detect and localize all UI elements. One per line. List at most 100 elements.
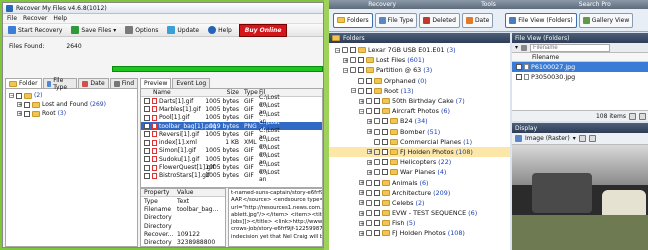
tree-row[interactable]: + Celebs (2) <box>329 198 510 208</box>
tab-folder[interactable]: Folder <box>5 78 42 88</box>
expand-icon[interactable]: + <box>367 169 372 175</box>
expand-icon[interactable]: + <box>367 159 372 165</box>
chevron-down-icon[interactable]: ▾ <box>573 135 576 142</box>
file-checkbox[interactable] <box>144 98 150 105</box>
tree-row[interactable]: Commercial Planes (1) <box>329 137 510 147</box>
ribbon-tab-recovery[interactable]: Recovery <box>329 1 435 8</box>
tree-row[interactable]: + Lost Files (601) <box>329 55 510 65</box>
tab-deleted[interactable]: Deleted <box>419 12 460 28</box>
tree-checkbox[interactable] <box>374 189 380 196</box>
filename-filter-input[interactable] <box>530 43 611 52</box>
tree-checkbox[interactable] <box>366 77 372 84</box>
nav-next-icon[interactable] <box>639 112 646 120</box>
file-row[interactable]: toolbar_bag[1].png 919 bytes PNG C:\Lost an <box>141 119 322 133</box>
collapse-icon[interactable]: − <box>9 93 14 99</box>
tree-checkbox[interactable] <box>382 118 388 125</box>
file-checkbox[interactable] <box>516 74 522 81</box>
copy-icon[interactable] <box>588 135 596 142</box>
file-checkbox[interactable] <box>144 114 150 121</box>
tree-checkbox[interactable] <box>350 47 356 54</box>
tree-checkbox[interactable] <box>382 159 388 166</box>
expand-icon[interactable]: + <box>359 190 364 196</box>
file-checkbox[interactable] <box>144 156 150 163</box>
tree-checkbox[interactable] <box>374 108 380 115</box>
tree-row[interactable]: − Aircraft Photos (6) <box>329 106 510 116</box>
tab-date[interactable]: Date <box>78 78 109 88</box>
expand-icon[interactable]: + <box>359 180 364 186</box>
tree-row[interactable]: + Architecture (209) <box>329 188 510 198</box>
tab-date[interactable]: Date <box>461 12 494 28</box>
file-row[interactable]: Marbles[1].gif 1005 bytes GIF C:\Lost an <box>141 102 322 116</box>
file-checkbox[interactable] <box>516 64 522 71</box>
file-row[interactable]: Sudoku[1].gif 1005 bytes GIF C:\Lost an <box>141 152 322 166</box>
expand-icon[interactable]: + <box>359 210 364 216</box>
save-files-button[interactable]: Save Files ▾ <box>69 25 118 36</box>
tab-file-view-folders[interactable]: File View (Folders) <box>505 12 577 28</box>
expand-icon[interactable]: + <box>17 102 22 108</box>
col-name-header[interactable]: Name <box>141 89 194 96</box>
buy-online-button[interactable]: Buy Online <box>238 23 288 37</box>
tree-checkbox[interactable] <box>382 148 388 155</box>
tree-row[interactable]: Orphaned (0) <box>329 76 510 86</box>
tree-row[interactable]: + Lost and Found (269) <box>9 100 134 109</box>
expand-icon[interactable]: + <box>359 220 364 226</box>
tree-checkbox[interactable] <box>358 67 364 74</box>
tree-row[interactable]: − Partition @ 63 (3) <box>329 65 510 75</box>
help-button[interactable]: Help <box>206 25 234 36</box>
tree-checkbox[interactable] <box>374 98 380 105</box>
tab-gallery-view[interactable]: Gallery View <box>578 12 634 28</box>
file-checkbox[interactable] <box>144 147 150 154</box>
tree-checkbox[interactable] <box>374 210 380 217</box>
col-size-header[interactable]: Size <box>194 89 242 96</box>
tree-row[interactable]: − (2) <box>9 91 134 100</box>
tree-checkbox[interactable] <box>24 110 30 117</box>
options-button[interactable]: Options <box>123 25 160 36</box>
collapse-icon[interactable]: − <box>335 47 340 53</box>
file-row[interactable]: P3050030.jpg <box>512 72 648 82</box>
file-checkbox[interactable] <box>144 139 150 146</box>
tree-row[interactable]: + Fish (5) <box>329 218 510 228</box>
expand-icon[interactable]: + <box>359 200 364 206</box>
tab-find[interactable]: Find <box>109 78 138 88</box>
expand-icon[interactable]: + <box>359 230 364 236</box>
tree-row[interactable]: + Animals (6) <box>329 177 510 187</box>
file-checkbox[interactable] <box>144 164 150 171</box>
tree-row[interactable]: + FJ Holden Photos (108) <box>329 228 510 238</box>
tree-row[interactable]: + B24 (34) <box>329 116 510 126</box>
zoom-icon[interactable] <box>578 135 586 142</box>
collapse-icon[interactable]: − <box>351 88 356 94</box>
update-button[interactable]: Update <box>165 25 201 36</box>
tab-event-log[interactable]: Event Log <box>172 78 211 88</box>
expand-icon[interactable]: + <box>367 129 372 135</box>
tree-checkbox[interactable] <box>358 57 364 64</box>
tree-checkbox[interactable] <box>382 138 388 145</box>
menu-file[interactable]: File <box>7 15 17 22</box>
tree-row[interactable]: + Bomber (51) <box>329 127 510 137</box>
ribbon-tab-search-pro[interactable]: Search Pro <box>542 1 648 8</box>
file-row[interactable]: BistroStars[1].gif 1005 bytes GIF C:\Lost a… <box>141 169 322 183</box>
tree-checkbox[interactable] <box>382 128 388 135</box>
start-recovery-button[interactable]: Start Recovery <box>6 25 64 36</box>
tree-checkbox[interactable] <box>366 87 372 94</box>
file-checkbox[interactable] <box>144 172 150 179</box>
file-row[interactable]: Simon[1].gif 1005 bytes GIF C:\Lost an <box>141 144 322 158</box>
expand-icon[interactable]: + <box>367 118 372 124</box>
tree-row[interactable]: − Lexar 7GB USB E01.E01 (3) <box>329 45 510 55</box>
filename-col-header[interactable]: Filename <box>532 54 559 61</box>
tree-checkbox[interactable] <box>374 199 380 206</box>
tree-row[interactable]: + EVW - TEST SEQUENCE (6) <box>329 208 510 218</box>
tree-row[interactable]: − Root (13) <box>329 86 510 96</box>
file-row[interactable]: Pool[1].gif 1005 bytes GIF C:\Lost an <box>141 111 322 125</box>
tree-row[interactable]: +50th Birthday Cake (7) <box>329 96 510 106</box>
tree-checkbox[interactable] <box>16 92 22 99</box>
file-row[interactable]: Darts[1].gif 1005 bytes GIF C:\Lost an <box>141 94 322 108</box>
file-row[interactable]: FlowerQuest[1].gif 1005 bytes GIF C:\Lost a… <box>141 161 322 175</box>
tree-checkbox[interactable] <box>24 101 30 108</box>
expand-icon[interactable]: + <box>359 98 364 104</box>
collapse-icon[interactable]: − <box>343 67 348 73</box>
tree-checkbox[interactable] <box>382 169 388 176</box>
file-checkbox[interactable] <box>144 106 150 113</box>
menu-recover[interactable]: Recover <box>23 15 47 22</box>
file-checkbox[interactable] <box>144 123 150 130</box>
tab-file-type[interactable]: File Type <box>42 77 78 91</box>
